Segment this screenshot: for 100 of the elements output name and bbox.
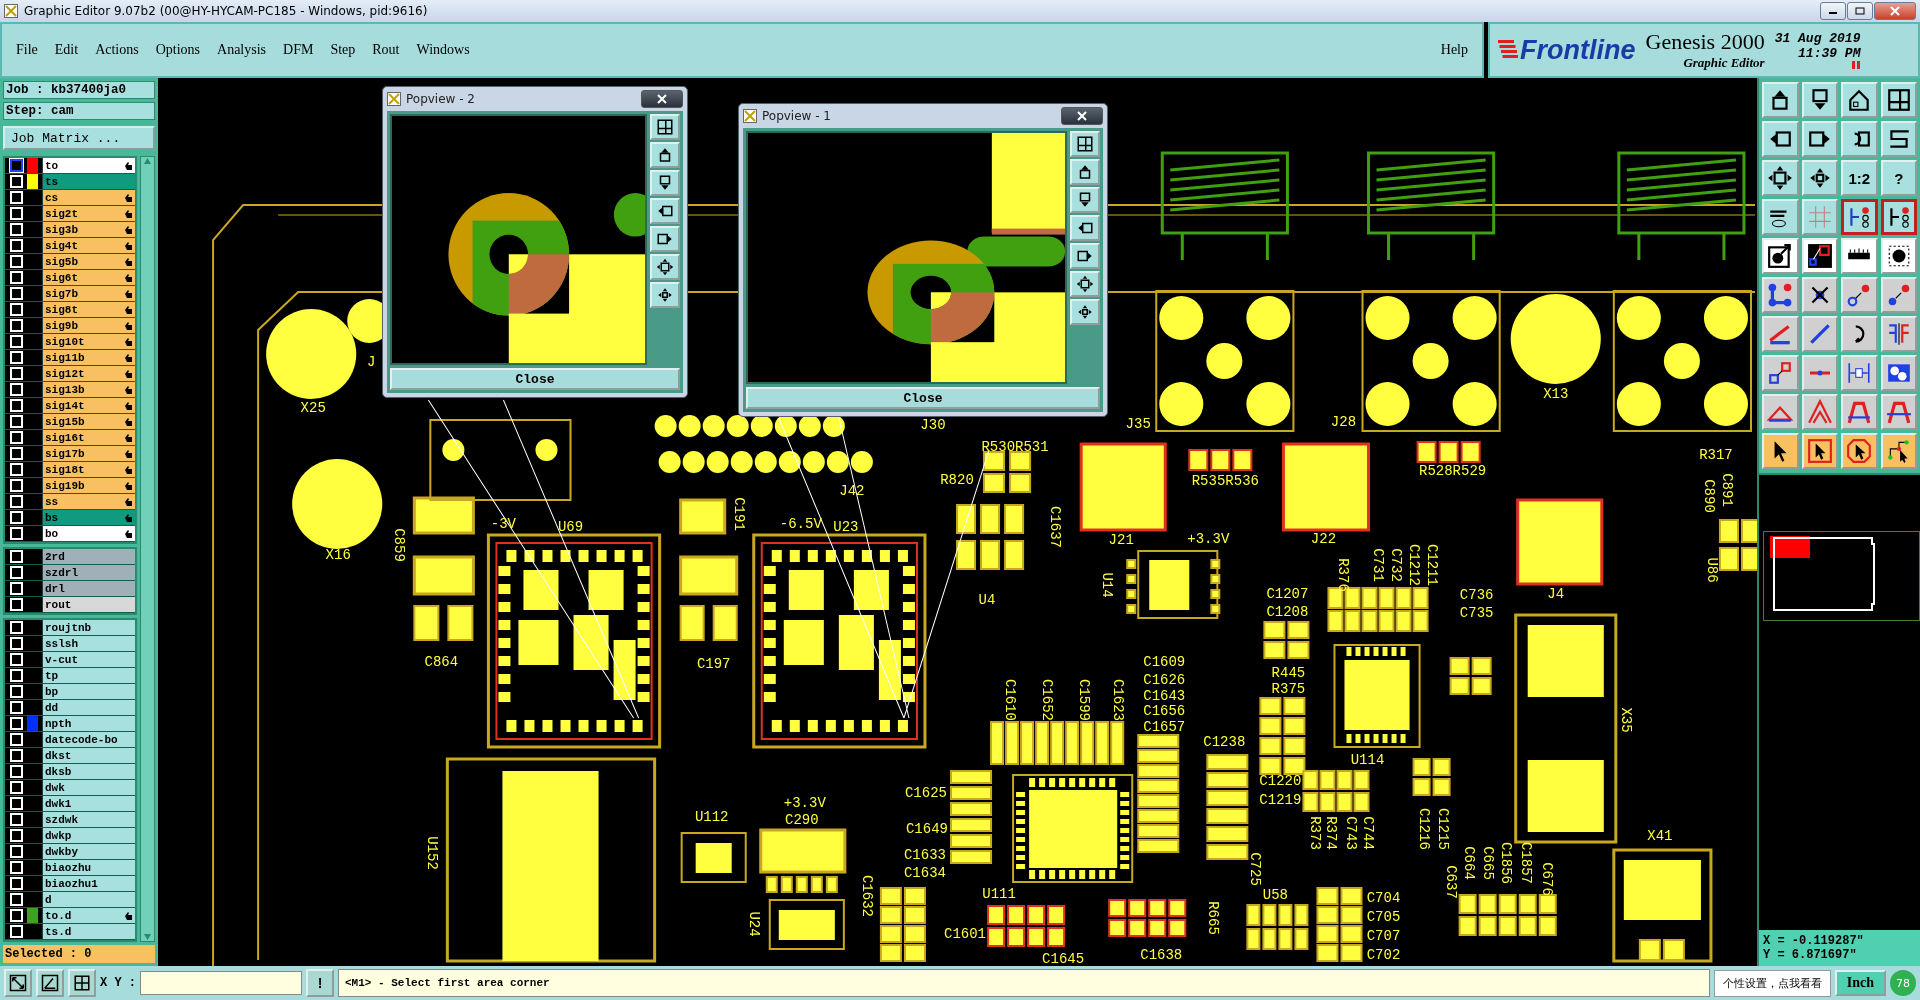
layer-item[interactable]: sig19b [42,478,135,493]
layer-item[interactable]: dwk [42,780,135,795]
designator-label: X25 [300,399,326,416]
designator-label: C707 [1366,927,1401,944]
layer-item[interactable]: bp [42,684,135,699]
help-menu[interactable]: Help [1440,42,1468,58]
stop-button[interactable]: ! [306,969,334,997]
menu-item[interactable]: Rout [372,42,400,58]
layer-item[interactable]: sig8t [42,302,135,317]
layer-item[interactable]: bo [42,526,135,541]
layer-item[interactable]: dd [42,700,135,715]
designator-label: C197 [696,655,731,672]
layer-item[interactable]: datecode-bo [42,732,135,747]
designator-label: C676 [1539,862,1556,896]
layer-item[interactable]: sig9b [42,318,135,333]
prompt-text: <M1> - Select first area corner [345,977,550,989]
close-button[interactable]: Close [390,368,680,390]
designator-label: J21 [1108,531,1134,548]
layer-item[interactable]: sig15b [42,414,135,429]
menu-item[interactable]: DFM [283,42,314,58]
menu-item[interactable]: Windows [416,42,470,58]
designator-label: C1610 [1002,679,1019,721]
designator-label: J22 [1310,530,1337,547]
designator-label: C1208 [1266,603,1309,620]
layer-item[interactable]: ts.d [42,924,135,939]
layer-item[interactable]: sig6t [42,270,135,285]
layer-item[interactable]: bs [42,510,135,525]
layer-item[interactable]: sslsh [42,636,135,651]
step-field: Step: cam [3,102,155,120]
layer-item[interactable]: dwkby [42,844,135,859]
layer-item[interactable]: 2rd [42,549,135,564]
layer-item[interactable]: sig13b [42,382,135,397]
layer-item[interactable]: sig11b [42,350,135,365]
layer-item[interactable]: sig16t [42,430,135,445]
product-subtitle: Graphic Editor [1683,55,1765,71]
designator-label: C1656 [1143,702,1186,719]
units-button[interactable]: Inch [1834,970,1886,996]
layer-item[interactable]: szdrl [42,565,135,580]
layer-item[interactable]: sig5b [42,254,135,269]
window-title: Graphic Editor 9.07b2 (00@HY-HYCAM-PC185 - Windows, pid:9616) [24,4,428,18]
layer-item[interactable]: tp [42,668,135,683]
close-button[interactable]: Close [746,387,1100,409]
designator-label: C864 [424,653,459,670]
designator-label: U23 [833,518,859,535]
layer-item[interactable]: sig12t [42,366,135,381]
layer-item[interactable]: cs [42,190,135,205]
count-badge: 78 [1890,970,1916,996]
menu-item[interactable]: File [16,42,38,58]
layer-item[interactable]: biaozhu [42,860,135,875]
designator-label: C1632 [859,875,876,917]
designator-label: U24 [746,911,763,937]
designator-label: C744 [1359,816,1376,850]
menu-item[interactable]: Actions [95,42,139,58]
layer-item[interactable]: roujtnb [42,620,135,635]
designator-label: U58 [1262,886,1288,903]
layer-item[interactable]: sig7b [42,286,135,301]
layer-item[interactable]: sig4t [42,238,135,253]
layer-item[interactable]: rout [42,597,135,612]
layer-item[interactable]: sig17b [42,446,135,461]
designator-label: C1216 [1415,808,1432,850]
tool-button[interactable]: 1:2 [1841,160,1878,196]
designator-label: C290 [785,811,819,828]
layer-item[interactable]: dkst [42,748,135,763]
designator-label: C1220 [1259,772,1302,789]
layer-item[interactable]: dwkp [42,828,135,843]
layer-item[interactable]: v-cut [42,652,135,667]
layer-item[interactable]: dksb [42,764,135,779]
layer-item[interactable]: to [42,158,135,173]
designator-label: C1856 [1498,842,1514,884]
job-matrix-button[interactable]: Job Matrix ... [3,126,155,150]
layer-item[interactable]: ss [42,494,135,509]
layer-item[interactable]: d [42,892,135,907]
designator-label: R820 [940,471,974,488]
layer-item[interactable]: to.d [42,908,135,923]
menu-item[interactable]: Analysis [217,42,267,58]
tool-button[interactable]: ? [1880,160,1917,196]
designator-label: C743 [1342,816,1359,850]
menu-item[interactable]: Step [330,42,356,58]
layer-item[interactable]: sig18t [42,462,135,477]
layer-item[interactable]: biaozhu1 [42,876,135,891]
menu-item[interactable]: Edit [54,42,79,58]
designator-label: U69 [557,518,584,535]
layer-item[interactable]: ts [42,174,135,189]
layer-item[interactable]: npth [42,716,135,731]
popview-title: Popview - 1 [762,109,831,123]
designator-label: C705 [1366,908,1401,925]
menu-item[interactable]: Options [155,42,201,58]
designator-label: C1652 [1039,679,1056,721]
layer-item[interactable]: drl [42,581,135,596]
designator-label: U14 [1099,572,1116,598]
layer-item[interactable]: szdwk [42,812,135,827]
layer-item[interactable]: sig3b [42,222,135,237]
layer-item[interactable]: sig10t [42,334,135,349]
designator-label: C1601 [944,925,987,942]
layer-item[interactable]: sig14t [42,398,135,413]
designator-label: C736 [1459,586,1494,603]
y-coordinate: Y = 6.871697" [1763,948,1858,962]
layer-item[interactable]: dwk1 [42,796,135,811]
layer-item[interactable]: sig2t [42,206,135,221]
designator-label: C1238 [1203,733,1246,750]
